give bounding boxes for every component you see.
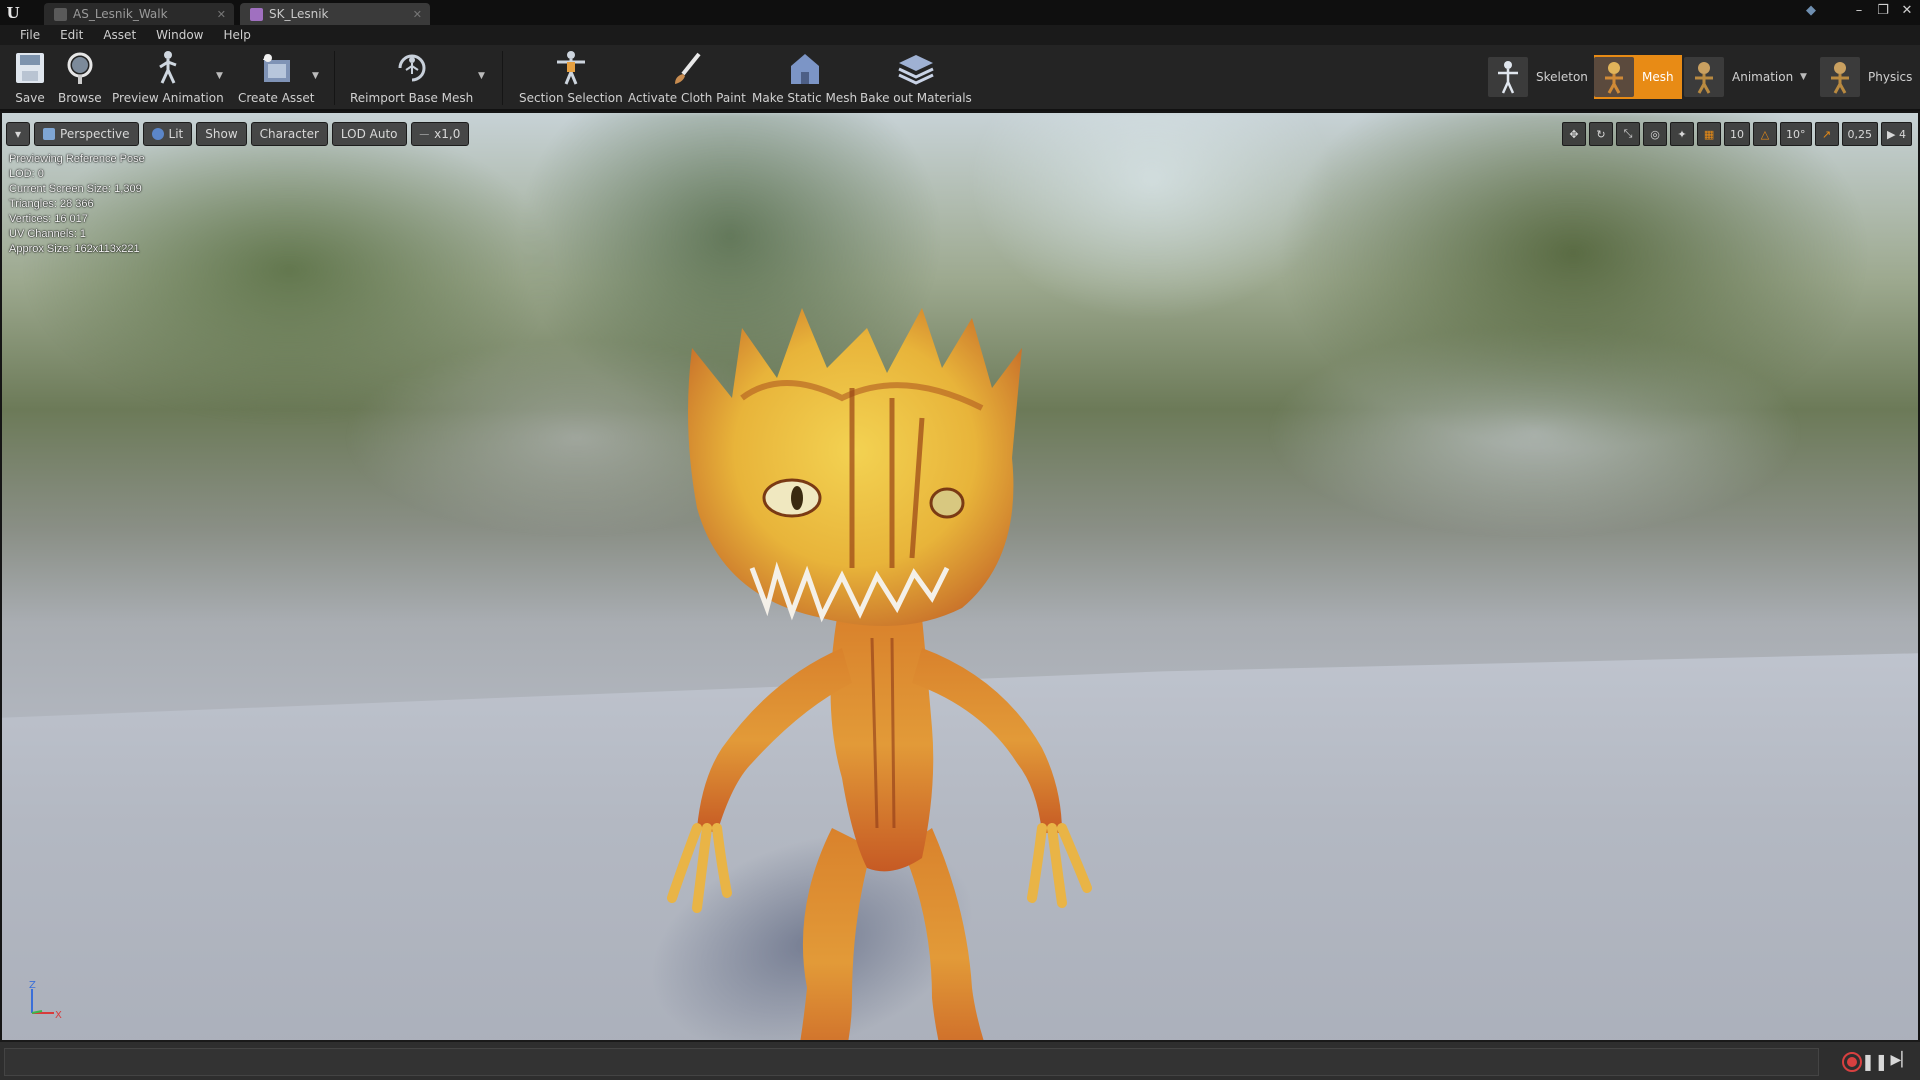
- scale-snap-value[interactable]: 0,25: [1841, 122, 1879, 146]
- stat-line: LOD: 0: [9, 168, 44, 180]
- perspective-icon: [43, 128, 56, 140]
- unreal-logo-icon[interactable]: U: [0, 0, 26, 25]
- character-mesh[interactable]: [602, 308, 1162, 1040]
- title-bar: U AS_Lesnik_Walk ✕ SK_Lesnik ✕ ◆ – ❐ ✕: [0, 0, 1920, 25]
- reimport-base-mesh-button[interactable]: Reimport Base Mesh: [350, 49, 473, 107]
- toolbar: Save Browse Preview Animation ▼ Create A…: [0, 45, 1920, 111]
- window-controls: – ❐ ✕: [1852, 0, 1914, 20]
- mode-skeleton[interactable]: Skeleton: [1488, 55, 1596, 99]
- animation-sequence-icon: [54, 7, 67, 21]
- axis-z-label: Z: [29, 981, 36, 991]
- grid-snap-icon[interactable]: ▦: [1697, 122, 1722, 146]
- make-static-mesh-button[interactable]: Make Static Mesh: [752, 49, 857, 107]
- step-forward-icon[interactable]: ▶▏: [1890, 1052, 1912, 1068]
- stat-line: Previewing Reference Pose: [9, 153, 145, 165]
- camera-icon: ▶: [1887, 127, 1896, 141]
- camera-speed-button[interactable]: ▶ 4: [1881, 122, 1912, 146]
- close-window-icon[interactable]: ✕: [1900, 3, 1914, 18]
- stat-line: Vertices: 16 017: [9, 213, 88, 225]
- perspective-button[interactable]: Perspective: [34, 122, 139, 146]
- chevron-down-icon[interactable]: ▼: [216, 71, 223, 81]
- menu-edit[interactable]: Edit: [50, 28, 93, 42]
- create-asset-button[interactable]: Create Asset: [238, 49, 315, 107]
- stat-line: UV Channels: 1: [9, 228, 87, 240]
- translate-icon[interactable]: ✥: [1562, 122, 1587, 146]
- activate-cloth-paint-button[interactable]: Activate Cloth Paint: [628, 49, 746, 107]
- minimize-icon[interactable]: –: [1852, 3, 1866, 18]
- menu-window[interactable]: Window: [146, 28, 213, 42]
- close-icon[interactable]: ✕: [217, 8, 226, 21]
- axis-gizmo: Z X: [29, 981, 62, 1021]
- chevron-down-icon[interactable]: ▼: [312, 71, 319, 81]
- timeline-scrubber[interactable]: [4, 1048, 1819, 1076]
- magnifier-icon: [60, 49, 100, 87]
- save-icon: [10, 49, 50, 87]
- layers-icon: [896, 49, 936, 87]
- skeletal-mesh-icon: [250, 7, 263, 21]
- chevron-down-icon: ▾: [15, 127, 22, 141]
- lit-button[interactable]: Lit: [142, 122, 193, 146]
- show-button[interactable]: Show: [196, 122, 247, 146]
- playback-speed-button[interactable]: ⏤ x1,0: [410, 122, 470, 146]
- character-button[interactable]: Character: [250, 122, 328, 146]
- notification-icon[interactable]: ◆: [1806, 3, 1816, 18]
- animation-icon: [1684, 57, 1724, 97]
- axis-x-label: X: [55, 1010, 62, 1021]
- tab-label: AS_Lesnik_Walk: [73, 7, 168, 21]
- lod-button[interactable]: LOD Auto: [331, 122, 407, 146]
- save-button[interactable]: Save: [10, 49, 50, 107]
- menu-asset[interactable]: Asset: [93, 28, 146, 42]
- stat-line: Current Screen Size: 1,309: [9, 183, 142, 195]
- viewport-options-dropdown[interactable]: ▾: [6, 122, 31, 146]
- tab-sk-lesnik[interactable]: SK_Lesnik ✕: [240, 3, 430, 25]
- section-selection-button[interactable]: Section Selection: [519, 49, 623, 107]
- tab-as-lesnik-walk[interactable]: AS_Lesnik_Walk ✕: [44, 3, 234, 25]
- scale-snap-icon[interactable]: ↗: [1814, 122, 1839, 146]
- bake-out-materials-button[interactable]: Bake out Materials: [860, 49, 972, 107]
- mode-animation[interactable]: Animation: [1684, 55, 1801, 99]
- pause-icon[interactable]: ❚❚: [1861, 1052, 1888, 1071]
- grid-snap-value[interactable]: 10: [1724, 122, 1751, 146]
- toolbar-separator: [334, 51, 335, 105]
- chevron-down-icon[interactable]: ▼: [1800, 72, 1807, 82]
- stat-line: Approx Size: 162x113x221: [9, 243, 140, 255]
- world-local-icon[interactable]: ◎: [1643, 122, 1668, 146]
- viewport[interactable]: ▾ Perspective Lit Show Character LOD Aut…: [2, 113, 1918, 1040]
- viewport-stats: Previewing Reference Pose LOD: 0 Current…: [9, 152, 145, 257]
- tab-label: SK_Lesnik: [269, 7, 329, 21]
- static-mesh-house-icon: [785, 49, 825, 87]
- paint-brush-icon: [667, 49, 707, 87]
- mesh-icon: [1594, 57, 1634, 97]
- speed-icon: ⏤: [419, 126, 430, 141]
- close-icon[interactable]: ✕: [413, 8, 422, 21]
- rotation-snap-value[interactable]: 10°: [1780, 122, 1812, 146]
- toolbar-separator: [502, 51, 503, 105]
- t-pose-figure-icon: [551, 49, 591, 87]
- create-asset-icon: [256, 49, 296, 87]
- rotation-snap-icon[interactable]: △: [1753, 122, 1778, 146]
- mode-mesh[interactable]: Mesh: [1594, 55, 1682, 99]
- menu-bar: File Edit Asset Window Help: [0, 25, 1920, 45]
- running-figure-icon: [148, 49, 188, 87]
- preview-animation-button[interactable]: Preview Animation: [112, 49, 224, 107]
- reimport-icon: [392, 49, 432, 87]
- browse-button[interactable]: Browse: [58, 49, 102, 107]
- viewport-transform-toolbar: ✥ ↻ ⤡ ◎ ✦ ▦ 10 △ 10° ↗ 0,25 ▶ 4: [1562, 122, 1912, 146]
- record-button[interactable]: [1842, 1052, 1862, 1072]
- physics-icon: [1820, 57, 1860, 97]
- chevron-down-icon[interactable]: ▼: [478, 71, 485, 81]
- viewport-toolbar: ▾ Perspective Lit Show Character LOD Aut…: [6, 122, 470, 146]
- restore-icon[interactable]: ❐: [1876, 3, 1890, 18]
- menu-help[interactable]: Help: [213, 28, 260, 42]
- stat-line: Triangles: 28 366: [9, 198, 94, 210]
- lit-sphere-icon: [151, 128, 164, 140]
- timeline-bar: ❚❚ ▶▏: [0, 1040, 1920, 1080]
- menu-file[interactable]: File: [10, 28, 50, 42]
- surface-snap-icon[interactable]: ✦: [1670, 122, 1695, 146]
- rotate-icon[interactable]: ↻: [1589, 122, 1614, 146]
- scale-icon[interactable]: ⤡: [1616, 122, 1641, 146]
- skeleton-icon: [1488, 57, 1528, 97]
- mode-physics[interactable]: Physics: [1820, 55, 1920, 99]
